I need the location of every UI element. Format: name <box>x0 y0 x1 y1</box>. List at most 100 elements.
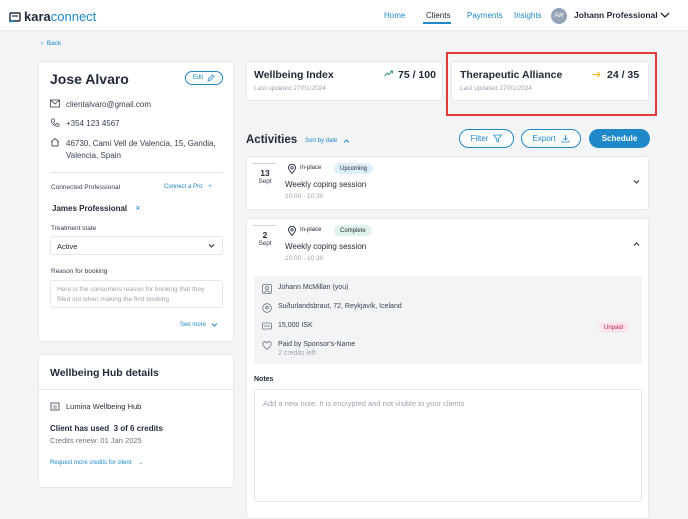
karaconnect-logo[interactable]: kara connect <box>8 9 96 24</box>
chevron-down-icon[interactable] <box>660 10 670 20</box>
address-row: 46730, Cami Vell de Valencia, 15, Gandia… <box>50 137 220 161</box>
chevron-up-icon <box>344 139 350 143</box>
client-address: 46730, Cami Vell de Valencia, 15, Gandia… <box>66 139 216 160</box>
session-title: Weekly coping session <box>285 180 367 189</box>
mail-icon <box>50 99 60 108</box>
chevron-left-icon: ‹ <box>41 40 44 47</box>
session-mode: In-place <box>300 227 322 233</box>
attendee-row: Johann McMillan (you) <box>262 284 348 294</box>
treatment-state-label: Treatment state <box>51 225 97 232</box>
price-row: 15,000 ISK <box>262 322 313 330</box>
logo-text-connect: connect <box>50 9 97 24</box>
nav-clients[interactable]: Clients <box>426 11 450 20</box>
user-name[interactable]: Johann Professional <box>574 10 658 20</box>
avatar[interactable]: AW <box>551 8 567 24</box>
phone-row: +354 123 4567 <box>50 118 120 128</box>
session-month: Sept <box>258 178 272 185</box>
professional-name: James Professional <box>52 203 128 213</box>
attendee-name: Johann McMillan (you) <box>278 284 349 291</box>
location-pin-icon <box>288 164 296 174</box>
activities-title: Activities <box>246 134 298 146</box>
back-link[interactable]: ‹ Back <box>41 40 61 47</box>
notes-input[interactable]: Add a new note. It is encrypted and not … <box>254 389 642 502</box>
session-day: 13 <box>260 168 270 178</box>
location-pin-icon <box>262 303 272 313</box>
back-label: Back <box>46 40 62 47</box>
arrow-right-icon: → <box>137 460 144 466</box>
session-month: Sept <box>258 240 272 247</box>
top-navigation-bar: kara connect Home Clients Payments Insigh… <box>0 0 688 31</box>
edit-button[interactable]: Edit <box>185 71 223 85</box>
download-icon <box>561 135 569 143</box>
session-date: 13 Sept <box>253 163 277 189</box>
session-mode: In-place <box>300 165 322 171</box>
client-phone[interactable]: +354 123 4567 <box>66 119 120 128</box>
reason-field[interactable]: Here is the consumers reason for booking… <box>50 280 223 308</box>
filter-button[interactable]: Filter <box>459 129 514 148</box>
sort-by-date[interactable]: Sort by date <box>305 138 350 144</box>
session-date: 2 Sept <box>253 225 277 251</box>
status-badge: Upcoming <box>334 163 374 174</box>
schedule-button[interactable]: Schedule <box>589 129 650 148</box>
divider <box>38 389 234 390</box>
client-name: Jose Alvaro <box>50 71 129 87</box>
paid-by: Paid by Sponsor's-Name <box>278 341 356 348</box>
nav-insights[interactable]: Insights <box>514 11 542 20</box>
connect-pro-link[interactable]: Connect a Pro + <box>164 184 212 190</box>
trend-up-icon <box>384 70 393 77</box>
active-nav-indicator <box>423 22 451 24</box>
notes-placeholder: Add a new note. It is encrypted and not … <box>263 399 465 408</box>
session-day: 2 <box>262 230 268 240</box>
nav-home[interactable]: Home <box>384 11 405 20</box>
cash-icon <box>262 322 272 330</box>
connected-professional-label: Connected Professional <box>51 184 121 191</box>
wellbeing-index-updated: Last updated 27/01/2024 <box>254 85 326 92</box>
export-label: Export <box>532 134 556 143</box>
session-time: 10:00 - 10:30 <box>285 255 324 262</box>
chevron-up-icon[interactable] <box>633 241 640 247</box>
chevron-down-icon[interactable] <box>633 179 640 185</box>
sponsor-row: Paid by Sponsor's-Name 2 credits left <box>262 341 355 357</box>
session-title: Weekly coping session <box>285 242 367 251</box>
logo-icon <box>9 11 21 22</box>
see-more-link[interactable]: See more <box>180 322 218 328</box>
sort-label: Sort by date <box>305 138 338 144</box>
status-badge: Complete <box>334 225 372 236</box>
chevron-down-icon <box>211 323 218 327</box>
credits-renew: Credits renew: 01 Jan 2025 <box>50 436 142 445</box>
see-more-label: See more <box>180 322 207 328</box>
reason-label: Reason for booking <box>51 268 108 275</box>
session-price: 15,000 ISK <box>278 322 313 329</box>
session-location: Suðurlandsbraut, 72, Reykjavík, Iceland <box>278 303 402 310</box>
credits-used: Client has used 3 of 6 credits <box>50 424 163 433</box>
treatment-state-select[interactable]: Active <box>50 236 223 255</box>
export-button[interactable]: Export <box>521 129 581 148</box>
credits-left: 2 credits left <box>278 350 316 357</box>
session-time: 10:00 - 10:30 <box>285 193 324 200</box>
notes-label: Notes <box>254 376 274 383</box>
location-row: Suðurlandsbraut, 72, Reykjavík, Iceland <box>262 303 402 313</box>
connect-pro-label: Connect a Pro <box>164 184 203 190</box>
hub-name: Lumina Wellbeing Hub <box>66 401 142 411</box>
treatment-state-value: Active <box>57 242 78 251</box>
payment-status-badge: Unpaid <box>598 322 630 333</box>
filter-label: Filter <box>470 134 489 143</box>
phone-icon <box>51 118 60 127</box>
pencil-icon <box>207 74 215 82</box>
edit-label: Edit <box>192 75 204 81</box>
nav-payments[interactable]: Payments <box>467 11 503 20</box>
hub-name-row: Lumina Wellbeing Hub <box>50 401 141 411</box>
filter-icon <box>493 134 503 143</box>
client-email[interactable]: clientalvaro@gmail.com <box>66 100 151 109</box>
remove-professional-icon[interactable]: × <box>135 203 140 213</box>
wellbeing-index-card[interactable] <box>246 61 443 101</box>
email-row: clientalvaro@gmail.com <box>50 99 151 109</box>
user-icon <box>262 284 272 294</box>
wellbeing-index-title: Wellbeing Index <box>254 69 334 81</box>
location-pin-icon <box>288 226 296 236</box>
plus-icon: + <box>208 184 212 190</box>
wellbeing-index-value: 75 / 100 <box>398 69 436 81</box>
request-credits-link[interactable]: Request more credits for client → <box>50 460 143 466</box>
home-icon <box>50 137 60 147</box>
logo-text-kara: kara <box>24 9 51 24</box>
